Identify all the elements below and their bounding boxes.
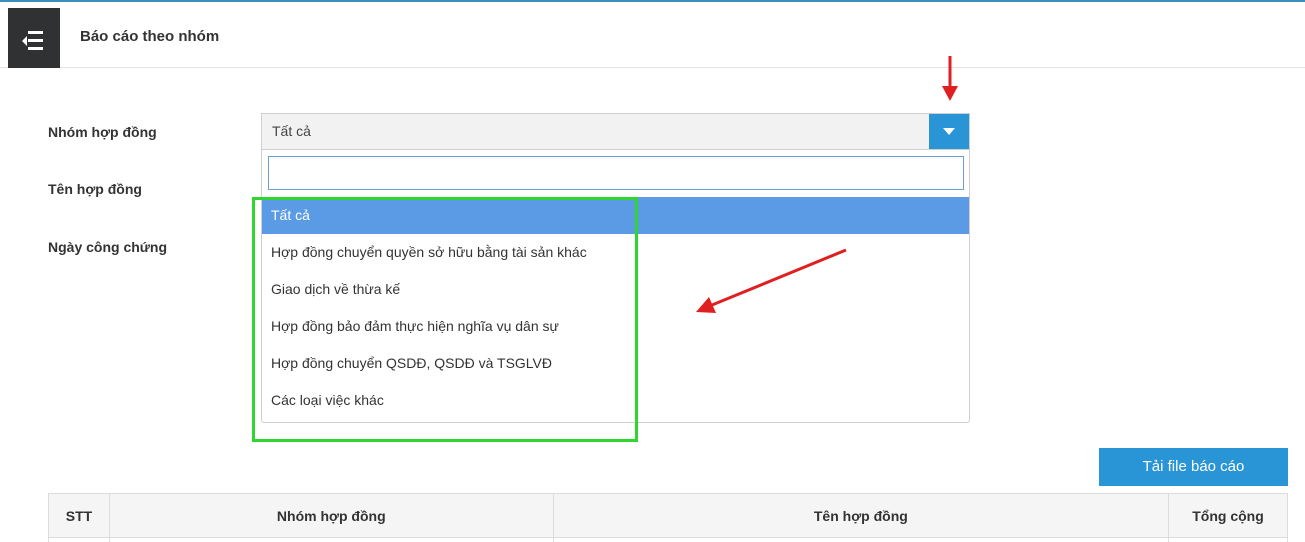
notary-date-label: Ngày công chứng bbox=[48, 239, 168, 255]
hamburger-menu-icon-bar bbox=[28, 47, 43, 50]
chevron-down-icon bbox=[943, 128, 955, 135]
dropdown-option[interactable]: Hợp đồng bảo đảm thực hiện nghĩa vụ dân … bbox=[262, 308, 969, 345]
table-header-row: STT Nhóm hợp đồng Tên hợp đồng Tổng cộng bbox=[48, 493, 1288, 538]
dropdown-option[interactable]: Các loại việc khác bbox=[262, 382, 969, 419]
contract-group-label: Nhóm hợp đồng bbox=[48, 124, 157, 140]
report-table: STT Nhóm hợp đồng Tên hợp đồng Tổng cộng bbox=[48, 493, 1288, 542]
table-cell bbox=[108, 537, 554, 542]
contract-group-dropdown: Tất cả Hợp đồng chuyển quyền sở hữu bằng… bbox=[261, 150, 970, 423]
table-row bbox=[48, 537, 1288, 542]
dropdown-option[interactable]: Hợp đồng chuyển QSDĐ, QSDĐ và TSGLVĐ bbox=[262, 345, 969, 382]
table-cell bbox=[552, 537, 1170, 542]
dropdown-option[interactable]: Tất cả bbox=[262, 197, 969, 234]
column-header-stt: STT bbox=[48, 493, 110, 538]
page-title: Báo cáo theo nhóm bbox=[80, 28, 220, 45]
download-report-button[interactable]: Tải file báo cáo bbox=[1099, 448, 1288, 486]
column-header-contract-name: Tên hợp đồng bbox=[552, 493, 1170, 538]
hamburger-menu-icon-bar bbox=[28, 39, 43, 42]
select-toggle-button[interactable] bbox=[929, 114, 969, 149]
menu-toggle-button[interactable] bbox=[8, 8, 60, 68]
table-cell bbox=[1168, 537, 1288, 542]
menu-collapse-arrow-icon bbox=[22, 36, 27, 46]
column-header-contract-group: Nhóm hợp đồng bbox=[108, 493, 554, 538]
contract-name-label: Tên hợp đồng bbox=[48, 181, 142, 197]
contract-group-select[interactable]: Tất cả bbox=[261, 113, 970, 150]
hamburger-menu-icon bbox=[28, 31, 43, 34]
page-header: Báo cáo theo nhóm bbox=[0, 2, 1305, 68]
dropdown-option[interactable]: Giao dịch về thừa kế bbox=[262, 271, 969, 308]
dropdown-options-list: Tất cả Hợp đồng chuyển quyền sở hữu bằng… bbox=[262, 197, 969, 419]
dropdown-search-input[interactable] bbox=[268, 156, 964, 190]
column-header-total: Tổng cộng bbox=[1168, 493, 1288, 538]
table-cell bbox=[48, 537, 110, 542]
dropdown-option[interactable]: Hợp đồng chuyển quyền sở hữu bằng tài sả… bbox=[262, 234, 969, 271]
contract-group-selected-value: Tất cả bbox=[272, 123, 311, 139]
